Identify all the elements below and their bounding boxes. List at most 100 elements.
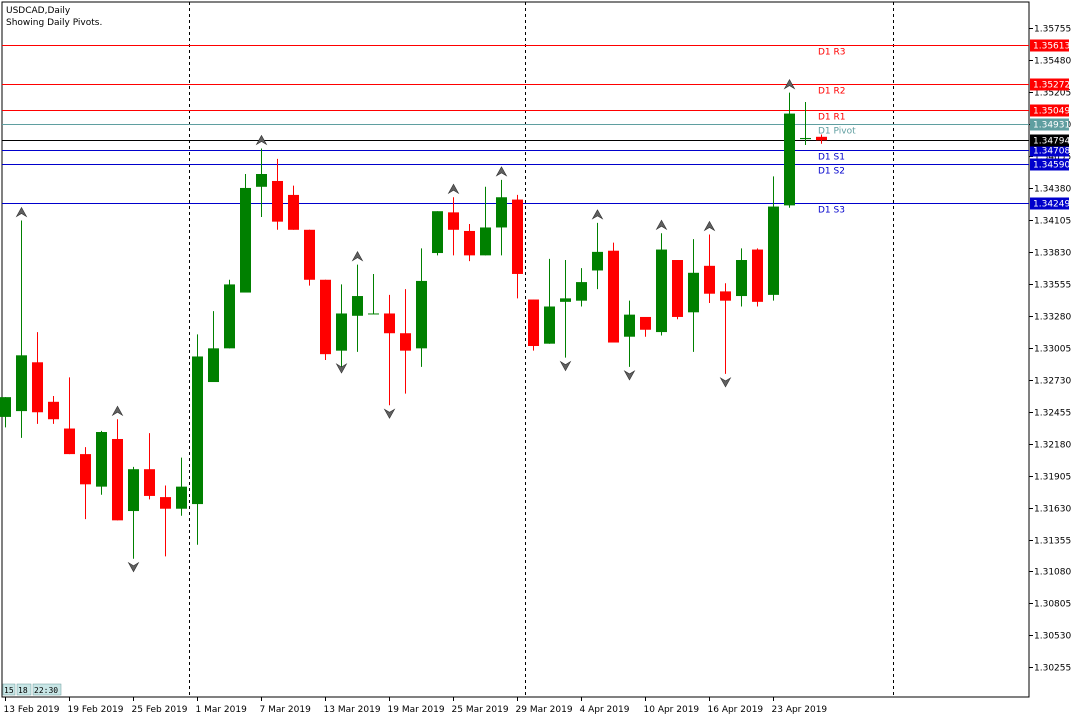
candle-body-6 <box>96 432 107 487</box>
candle-body-11 <box>176 486 187 509</box>
candle-15 <box>240 174 251 293</box>
pivot-price-badge-text-5: 1.34590 <box>1033 161 1070 171</box>
candle-body-25 <box>400 333 411 351</box>
candle-body-41 <box>656 249 667 333</box>
candle-body-37 <box>592 251 603 271</box>
y-tick-label-11: 1.32730 <box>1034 377 1071 387</box>
y-tick-label-9: 1.33280 <box>1034 313 1071 323</box>
candle-body-3 <box>48 401 59 420</box>
y-tick-label-12: 1.32455 <box>1034 409 1071 419</box>
candle-body-0 <box>0 397 11 417</box>
pivot-label-d1-r2: D1 R2 <box>818 87 846 97</box>
y-tick-label-20: 1.30255 <box>1034 664 1071 674</box>
candle-body-33 <box>528 299 539 347</box>
current-price-text: 1.34794 <box>1033 137 1070 147</box>
x-tick-label-6: 19 Mar 2019 <box>388 705 445 715</box>
x-tick-label-8: 29 Mar 2019 <box>516 705 573 715</box>
candle-body-42 <box>672 260 683 317</box>
candle-body-35 <box>560 298 571 302</box>
x-tick-label-10: 10 Apr 2019 <box>644 705 700 715</box>
y-tick-label-1: 1.35480 <box>1034 57 1071 67</box>
candle-body-4 <box>64 428 75 455</box>
candle-body-7 <box>112 438 123 521</box>
candle-body-17 <box>272 180 283 222</box>
chart-window[interactable]: D1 R3 D1 R2 D1 R1 D1 Pivot D1 S1 D1 S2 D1 S3 1… <box>0 0 1080 720</box>
candle-14 <box>224 279 235 349</box>
candle-body-32 <box>512 199 523 274</box>
pivot-price-badge-text-3: 1.34931 <box>1033 121 1070 131</box>
candle-body-26 <box>416 280 427 349</box>
y-tick-label-0: 1.35755 <box>1034 25 1071 35</box>
timer-hours: 15 <box>4 686 14 695</box>
y-tick-label-6: 1.34105 <box>1034 217 1071 227</box>
pivot-label-d1-pivot: D1 Pivot <box>818 127 856 137</box>
candle-body-2 <box>32 362 43 413</box>
candle-body-48 <box>768 206 779 295</box>
candle-body-36 <box>576 282 587 301</box>
candle-body-24 <box>384 313 395 334</box>
candle-20 <box>320 279 331 360</box>
candle-47 <box>752 248 763 307</box>
candle-body-30 <box>480 227 491 256</box>
candle-body-47 <box>752 249 763 302</box>
candle-body-49 <box>784 113 795 206</box>
candle-body-50 <box>800 137 811 140</box>
candle-body-27 <box>432 211 443 254</box>
pivot-price-badge-text-6: 1.34249 <box>1033 200 1070 210</box>
y-tick-label-13: 1.32180 <box>1034 441 1071 451</box>
pivot-price-badge-text-1: 1.35272 <box>1033 81 1070 91</box>
y-tick-label-17: 1.31080 <box>1034 568 1071 578</box>
x-tick-label-12: 23 Apr 2019 <box>772 705 828 715</box>
timer-minutes: 18 <box>18 686 28 695</box>
timer-seconds: 22:30 <box>34 686 58 695</box>
candle-body-12 <box>192 356 203 505</box>
x-tick-label-11: 16 Apr 2019 <box>708 705 764 715</box>
x-tick-label-5: 13 Mar 2019 <box>324 705 381 715</box>
candle-body-10 <box>160 497 171 509</box>
pivot-label-d1-r1: D1 R1 <box>818 113 846 123</box>
candle-body-21 <box>336 313 347 351</box>
pivot-label-d1-s1: D1 S1 <box>818 153 845 163</box>
candle-body-31 <box>496 197 507 228</box>
candle-body-13 <box>208 348 219 383</box>
y-tick-label-18: 1.30805 <box>1034 600 1071 610</box>
candle-body-16 <box>256 174 267 187</box>
candle-body-19 <box>304 229 315 280</box>
x-tick-label-0: 13 Feb 2019 <box>4 705 60 715</box>
x-tick-label-3: 1 Mar 2019 <box>196 705 248 715</box>
x-tick-label-7: 25 Mar 2019 <box>452 705 509 715</box>
candle-body-38 <box>608 250 619 343</box>
candle-body-51 <box>816 136 827 141</box>
candle-body-20 <box>320 279 331 355</box>
candle-body-9 <box>144 469 155 496</box>
x-tick-label-9: 4 Apr 2019 <box>580 705 630 715</box>
candle-body-23 <box>368 313 379 315</box>
candle-body-8 <box>128 469 139 512</box>
candle-6 <box>96 430 107 495</box>
candle-body-28 <box>448 212 459 230</box>
pivot-label-d1-s3: D1 S3 <box>818 206 845 216</box>
candle-body-43 <box>688 272 699 313</box>
chart-symbol-title: USDCAD,Daily <box>6 6 71 16</box>
y-tick-label-19: 1.30530 <box>1034 632 1071 642</box>
y-tick-label-10: 1.33005 <box>1034 345 1071 355</box>
x-tick-label-2: 25 Feb 2019 <box>132 705 188 715</box>
y-tick-label-14: 1.31905 <box>1034 473 1071 483</box>
candle-body-1 <box>16 355 27 412</box>
candle-body-44 <box>704 265 715 294</box>
pivot-price-badge-text-2: 1.35049 <box>1033 107 1070 117</box>
candle-body-22 <box>352 296 363 316</box>
y-tick-label-5: 1.34380 <box>1034 185 1071 195</box>
pivot-label-d1-r3: D1 R3 <box>818 48 846 58</box>
candle-body-45 <box>720 291 731 301</box>
pivot-label-d1-s2: D1 S2 <box>818 167 845 177</box>
price-chart[interactable]: D1 R3 D1 R2 D1 R1 D1 Pivot D1 S1 D1 S2 D1 S3 1… <box>0 0 1080 720</box>
x-tick-label-1: 19 Feb 2019 <box>68 705 124 715</box>
candle-body-29 <box>464 230 475 256</box>
candle-42 <box>672 260 683 320</box>
candle-19 <box>304 229 315 286</box>
candle-body-18 <box>288 194 299 230</box>
candle-body-40 <box>640 316 651 330</box>
candle-body-15 <box>240 187 251 293</box>
plot-area <box>1 1 1030 698</box>
